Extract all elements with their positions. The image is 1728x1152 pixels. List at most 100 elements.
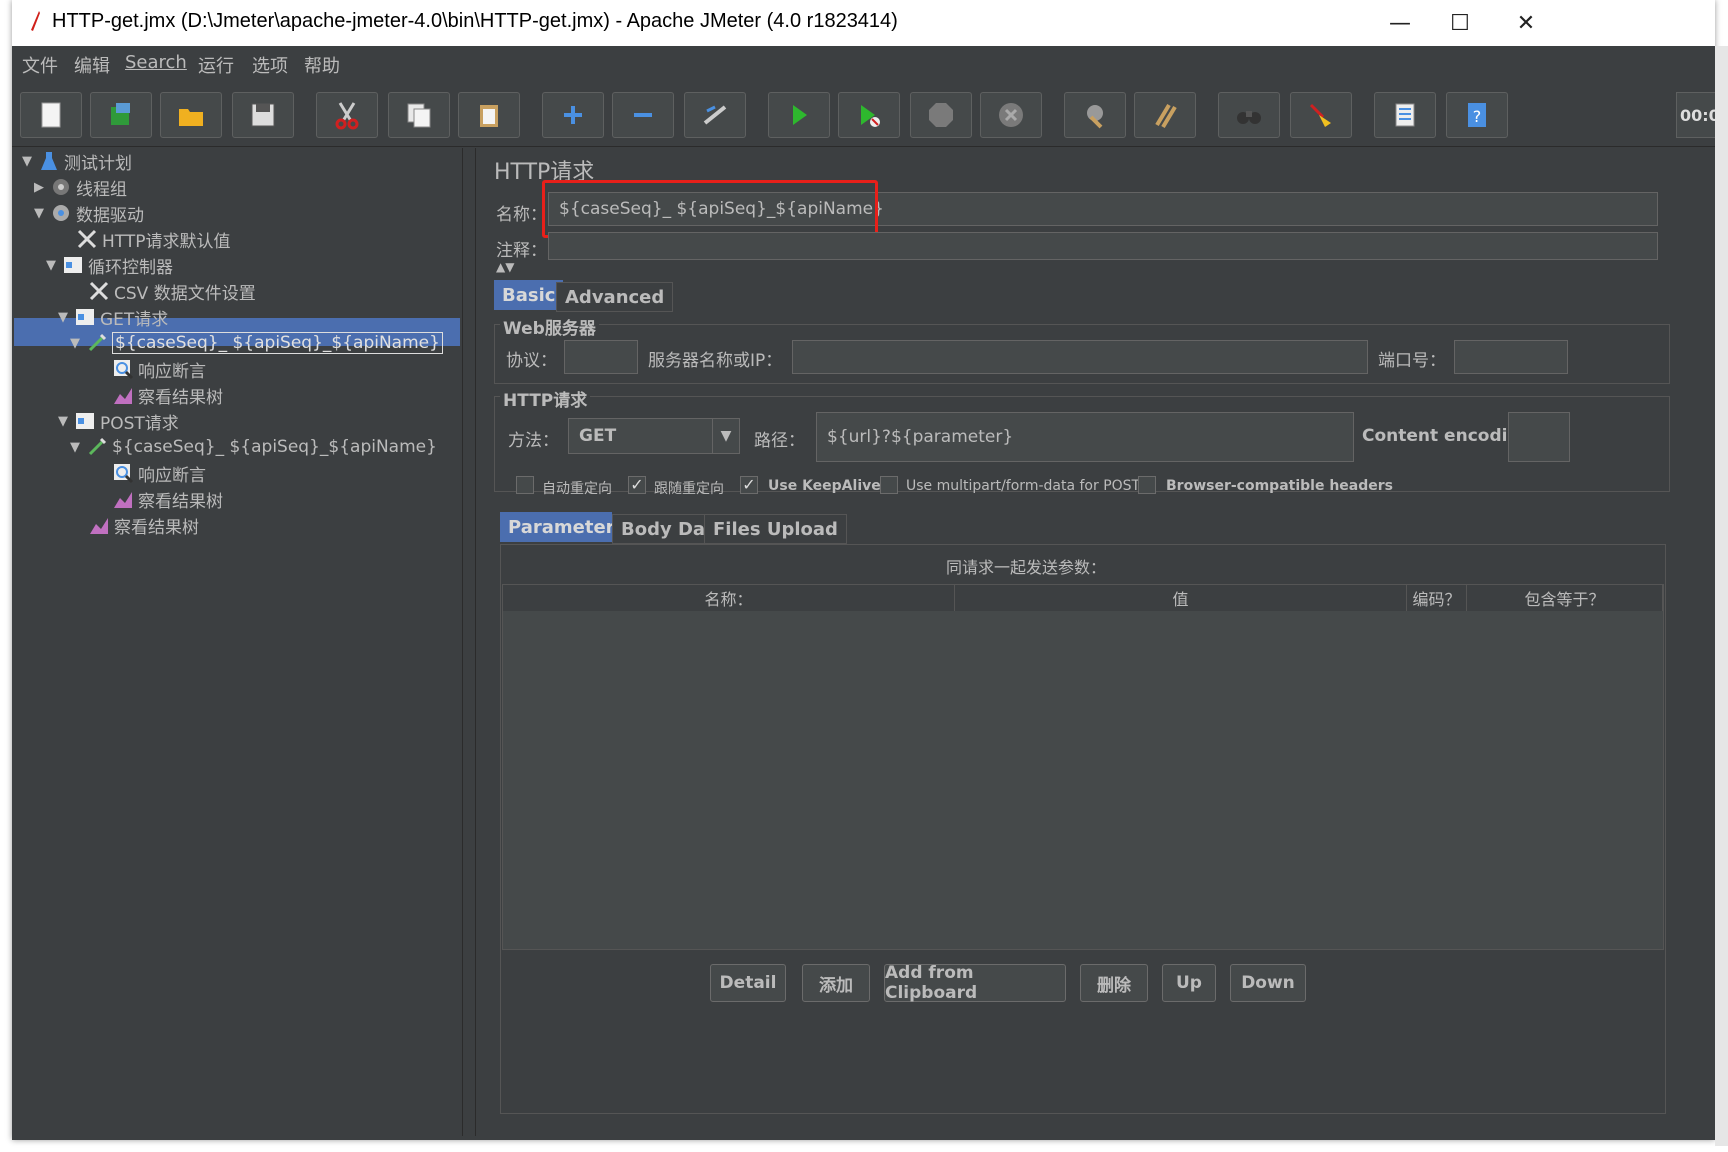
- content-encoding-field[interactable]: [1508, 412, 1570, 462]
- expand-arrow-icon[interactable]: ▼: [32, 206, 46, 221]
- tree-item-http-sampler-get[interactable]: ▼ ${caseSeq}_ ${apiSeq}_${apiName}: [68, 330, 443, 356]
- protocol-field[interactable]: [564, 340, 638, 374]
- start-button[interactable]: [768, 92, 830, 138]
- shutdown-button[interactable]: [980, 92, 1042, 138]
- up-button[interactable]: Up: [1162, 964, 1216, 1002]
- comment-field[interactable]: [548, 232, 1658, 260]
- menu-search[interactable]: Search: [125, 52, 187, 73]
- tree-item-label: POST请求: [100, 413, 179, 434]
- expand-arrow-icon[interactable]: ▼: [68, 440, 82, 455]
- follow-redirect-checkbox[interactable]: ✓: [628, 476, 646, 494]
- expand-arrow-icon[interactable]: ▼: [56, 414, 70, 429]
- add-button[interactable]: 添加: [802, 964, 870, 1002]
- tree-item-http-sampler-post[interactable]: ▼ ${caseSeq}_ ${apiSeq}_${apiName}: [68, 434, 437, 460]
- tree-item-get-request[interactable]: ▼ GET请求: [56, 304, 168, 330]
- server-field[interactable]: [792, 340, 1368, 374]
- tree-item-loop-controller[interactable]: ▼ 循环控制器: [44, 252, 173, 278]
- maximize-button[interactable]: ☐: [1430, 4, 1490, 42]
- tree-item-response-assertion[interactable]: 响应断言: [94, 460, 206, 486]
- path-field[interactable]: ${url}?${parameter}: [816, 412, 1354, 462]
- desktop-scrollbar[interactable]: [1715, 46, 1728, 1146]
- split-pane-divider[interactable]: [462, 148, 476, 1136]
- tab-parameters[interactable]: Parameters: [500, 512, 625, 542]
- http-request-group-title: HTTP请求: [500, 386, 591, 411]
- tree-item-post-request[interactable]: ▼ POST请求: [56, 408, 179, 434]
- magnifier-icon: [114, 360, 134, 380]
- port-field[interactable]: [1454, 340, 1568, 374]
- new-button[interactable]: [20, 92, 82, 138]
- collapse-arrow-icon[interactable]: ▶: [32, 180, 46, 195]
- save-button[interactable]: [232, 92, 294, 138]
- tree-item-view-results-tree[interactable]: 察看结果树: [94, 382, 223, 408]
- auto-redirect-checkbox[interactable]: [516, 476, 534, 494]
- menu-help[interactable]: 帮助: [304, 52, 340, 78]
- tree-item-thread-group[interactable]: ▶ 线程组: [32, 174, 127, 200]
- menu-edit[interactable]: 编辑: [74, 52, 110, 78]
- method-select[interactable]: GET ▼: [568, 418, 740, 454]
- tab-basic[interactable]: Basic: [494, 280, 564, 310]
- tab-advanced[interactable]: Advanced: [556, 282, 674, 312]
- clear-all-button[interactable]: [1134, 92, 1196, 138]
- tree-item-csv-config[interactable]: CSV 数据文件设置: [70, 278, 256, 304]
- jmeter-window: HTTP-get.jmx (D:\Jmeter\apache-jmeter-4.…: [12, 0, 1720, 1140]
- help-button[interactable]: ?: [1446, 92, 1508, 138]
- protocol-label: 协议：: [506, 351, 557, 371]
- scissors-icon: [335, 102, 359, 130]
- multipart-checkbox[interactable]: [880, 476, 898, 494]
- clear-button[interactable]: [1064, 92, 1126, 138]
- tree-item-label: HTTP请求默认值: [102, 231, 231, 252]
- collapse-arrows-icon[interactable]: ▲▼: [496, 260, 514, 274]
- down-button[interactable]: Down: [1230, 964, 1306, 1002]
- toggle-button[interactable]: [684, 92, 746, 138]
- auto-redirect-label: 自动重定向: [542, 481, 612, 497]
- search-button[interactable]: [1218, 92, 1280, 138]
- pipette-icon: [88, 333, 107, 352]
- open-button[interactable]: [160, 92, 222, 138]
- stop-button[interactable]: [910, 92, 972, 138]
- reset-search-button[interactable]: [1290, 92, 1352, 138]
- tab-files-upload[interactable]: Files Upload: [704, 514, 847, 544]
- templates-button[interactable]: [90, 92, 152, 138]
- detail-button[interactable]: Detail: [710, 964, 786, 1002]
- keepalive-checkbox[interactable]: ✓: [740, 476, 758, 494]
- copy-button[interactable]: [388, 92, 450, 138]
- tree-item-response-assertion[interactable]: 响应断言: [94, 356, 206, 382]
- expand-all-button[interactable]: [542, 92, 604, 138]
- tree-item-data-driven[interactable]: ▼ 数据驱动: [32, 200, 144, 226]
- chevron-down-icon[interactable]: ▼: [712, 419, 739, 453]
- parameters-table[interactable]: 名称： 值 编码？ 包含等于？: [502, 584, 1664, 950]
- delete-button[interactable]: 删除: [1080, 964, 1148, 1002]
- help-icon: ?: [1468, 103, 1486, 127]
- expand-arrow-icon[interactable]: ▼: [44, 258, 58, 273]
- add-from-clipboard-button[interactable]: Add from Clipboard: [884, 963, 1066, 1003]
- title-bar: HTTP-get.jmx (D:\Jmeter\apache-jmeter-4.…: [12, 0, 1715, 46]
- menu-file[interactable]: 文件: [22, 52, 58, 78]
- path-label: 路径：: [754, 431, 805, 451]
- tree-item-view-results-tree[interactable]: 察看结果树: [70, 512, 199, 538]
- cut-button[interactable]: [316, 92, 378, 138]
- browser-headers-checkbox[interactable]: [1138, 476, 1156, 494]
- expand-arrow-icon[interactable]: ▼: [20, 154, 34, 169]
- menu-run[interactable]: 运行: [198, 52, 234, 78]
- menu-options[interactable]: 选项: [252, 52, 288, 78]
- column-encode[interactable]: 编码？: [1407, 585, 1467, 611]
- tree-item-view-results-tree[interactable]: 察看结果树: [94, 486, 223, 512]
- column-include-equals[interactable]: 包含等于？: [1467, 585, 1663, 611]
- tree-item-test-plan[interactable]: ▼ 测试计划: [20, 148, 132, 174]
- start-no-pauses-button[interactable]: [838, 92, 900, 138]
- paste-button[interactable]: [458, 92, 520, 138]
- stop-icon: [929, 103, 953, 127]
- expand-arrow-icon[interactable]: ▼: [56, 310, 70, 325]
- function-helper-button[interactable]: [1374, 92, 1436, 138]
- close-button[interactable]: ✕: [1496, 4, 1556, 42]
- tree-item-http-defaults[interactable]: HTTP请求默认值: [58, 226, 231, 252]
- pipette-icon: [88, 437, 107, 456]
- collapse-all-button[interactable]: [612, 92, 674, 138]
- paste-icon: [480, 105, 498, 127]
- magnifier-icon: [114, 464, 134, 484]
- expand-arrow-icon[interactable]: ▼: [68, 336, 82, 351]
- multipart-label: Use multipart/form-data for POST: [906, 478, 1141, 494]
- column-name[interactable]: 名称：: [503, 585, 955, 611]
- column-value[interactable]: 值: [955, 585, 1407, 611]
- minimize-button[interactable]: —: [1370, 4, 1430, 42]
